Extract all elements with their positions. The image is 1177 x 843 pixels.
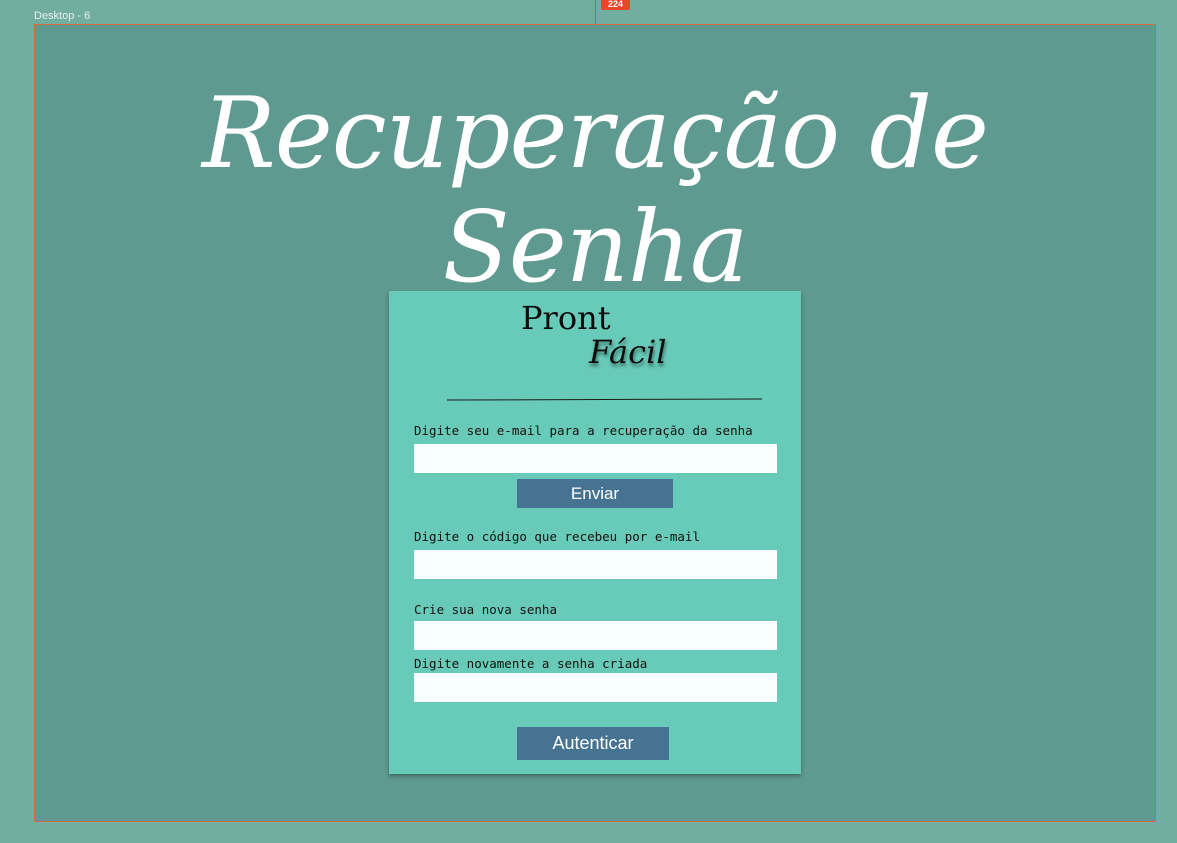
logo-word-facil: Fácil <box>589 333 667 371</box>
code-field[interactable] <box>414 550 777 579</box>
logo-word-pront: Pront <box>521 299 611 337</box>
confirm-password-label: Digite novamente a senha criada <box>414 656 648 671</box>
page-title: Recuperação de Senha <box>202 77 989 305</box>
send-button[interactable]: Enviar <box>517 479 673 508</box>
new-password-field[interactable] <box>414 621 777 650</box>
confirm-password-field[interactable] <box>414 673 777 702</box>
code-label: Digite o código que recebeu por e-mail <box>414 529 700 544</box>
artboard: Recuperação de Senha Pront Fácil Digite … <box>34 24 1156 822</box>
email-field[interactable] <box>414 444 777 473</box>
new-password-label: Crie sua nova senha <box>414 602 557 617</box>
email-label: Digite seu e-mail para a recuperação da … <box>414 423 753 438</box>
password-recovery-card: Pront Fácil Digite seu e-mail para a rec… <box>389 291 801 774</box>
guide-marker-line <box>595 0 596 24</box>
authenticate-button[interactable]: Autenticar <box>517 727 669 760</box>
guide-marker-badge: 224 <box>601 0 630 10</box>
logo-divider <box>446 398 763 401</box>
frame-label: Desktop - 6 <box>34 10 91 22</box>
